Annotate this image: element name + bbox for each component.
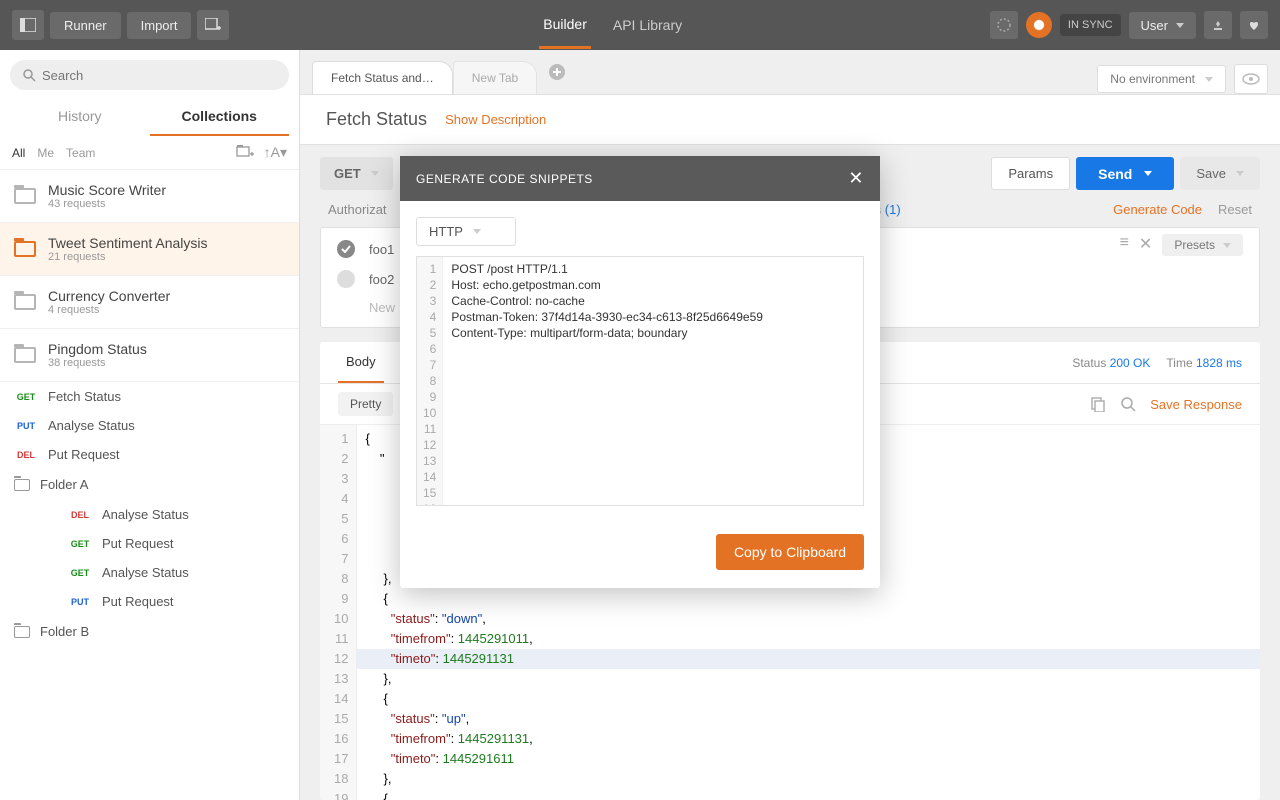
generate-code-modal: GENERATE CODE SNIPPETS ✕ HTTP 1234567891… xyxy=(400,156,880,588)
language-label: HTTP xyxy=(429,224,463,239)
code-snippet[interactable]: 1234567891011121314151617 POST /post HTT… xyxy=(416,256,864,506)
language-selector[interactable]: HTTP xyxy=(416,217,516,246)
copy-to-clipboard-button[interactable]: Copy to Clipboard xyxy=(716,534,864,570)
modal-overlay: GENERATE CODE SNIPPETS ✕ HTTP 1234567891… xyxy=(0,0,1280,800)
chevron-down-icon xyxy=(473,229,481,234)
modal-title: GENERATE CODE SNIPPETS xyxy=(416,172,593,186)
close-icon[interactable]: ✕ xyxy=(848,168,864,189)
